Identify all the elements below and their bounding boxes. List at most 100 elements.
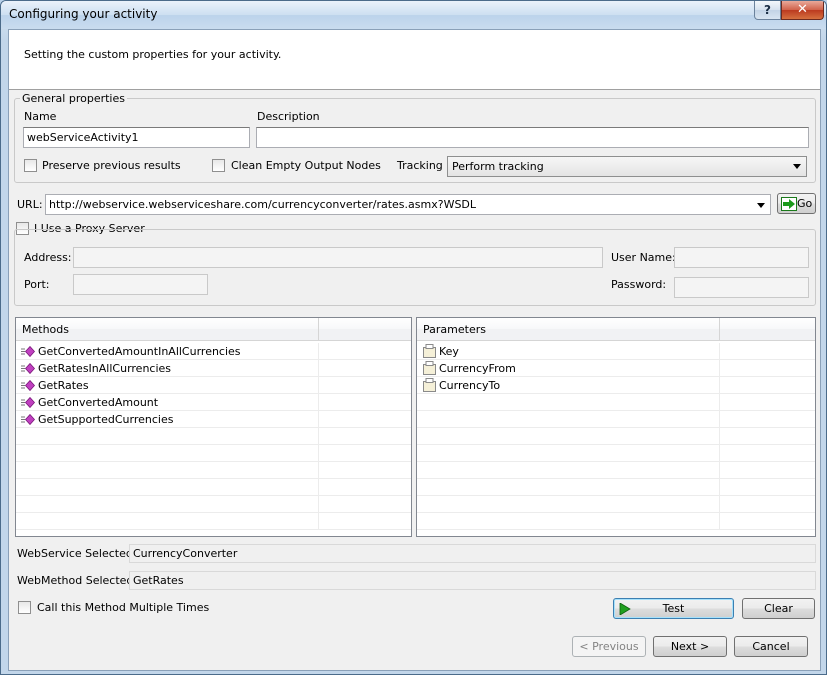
column-separator <box>719 394 720 411</box>
tracking-select-value: Perform tracking <box>452 160 544 173</box>
list-item <box>417 513 815 530</box>
list-item[interactable]: CurrencyFrom <box>417 360 815 377</box>
method-icon <box>21 397 35 408</box>
next-button[interactable]: Next > <box>653 636 727 657</box>
column-separator <box>719 428 720 445</box>
chevron-down-icon <box>793 164 801 169</box>
column-separator <box>318 496 319 513</box>
parameter-icon <box>423 378 436 392</box>
list-item <box>417 428 815 445</box>
description-label: Description <box>257 110 320 123</box>
port-input[interactable] <box>73 274 208 295</box>
list-item-label: GetConvertedAmount <box>38 396 159 409</box>
go-button[interactable]: Go <box>777 193 816 214</box>
chevron-down-icon <box>757 203 765 208</box>
column-separator <box>318 462 319 479</box>
column-separator <box>318 377 319 394</box>
list-item[interactable]: GetRatesInAllCurrencies <box>16 360 411 377</box>
column-separator <box>318 479 319 496</box>
column-separator <box>318 360 319 377</box>
list-item[interactable]: Key <box>417 343 815 360</box>
webservice-selected-label: WebService Selected: <box>17 547 137 560</box>
column-separator <box>719 496 720 513</box>
list-item[interactable]: GetConvertedAmount <box>16 394 411 411</box>
name-label: Name <box>24 110 57 123</box>
column-separator <box>719 513 720 530</box>
url-input[interactable]: http://webservice.webserviceshare.com/cu… <box>45 194 771 215</box>
parameters-list[interactable]: Parameters Key CurrencyFrom CurrencyTo <box>416 317 816 537</box>
play-icon <box>619 603 631 615</box>
clear-button[interactable]: Clear <box>742 598 815 619</box>
tracking-select[interactable]: Perform tracking <box>447 156 807 177</box>
methods-list[interactable]: Methods GetConvertedAmountInAllCurrencie… <box>15 317 412 537</box>
list-item <box>417 394 815 411</box>
help-icon[interactable]: ? <box>754 1 781 20</box>
title-bar[interactable]: Configuring your activity ? ✕ <box>1 1 826 29</box>
column-separator <box>719 479 720 496</box>
clean-empty-nodes-label: Clean Empty Output Nodes <box>231 159 381 172</box>
list-item[interactable]: GetConvertedAmountInAllCurrencies <box>16 343 411 360</box>
parameters-column-header[interactable]: Parameters <box>417 318 720 341</box>
webmethod-selected-label: WebMethod Selected: <box>17 574 138 587</box>
preserve-results-checkbox[interactable] <box>24 159 37 172</box>
list-item[interactable]: GetRates <box>16 377 411 394</box>
column-separator <box>318 343 319 360</box>
list-item <box>417 462 815 479</box>
webmethod-selected-value: GetRates <box>129 571 816 590</box>
next-button-label: Next > <box>670 640 710 653</box>
method-icon <box>21 346 35 357</box>
test-button-label: Test <box>662 602 685 615</box>
webservice-selected-value: CurrencyConverter <box>129 544 816 563</box>
parameters-list-header: Parameters <box>417 318 815 341</box>
header-text: Setting the custom properties for your a… <box>24 48 282 61</box>
dialog-window: Configuring your activity ? ✕ Setting th… <box>0 0 827 675</box>
window-title: Configuring your activity <box>9 7 158 21</box>
preserve-results-label: Preserve previous results <box>42 159 181 172</box>
test-button[interactable]: Test <box>613 598 734 619</box>
list-item[interactable]: CurrencyTo <box>417 377 815 394</box>
previous-button-label: < Previous <box>579 640 639 653</box>
clean-empty-nodes-checkbox[interactable] <box>212 159 225 172</box>
list-item-label: GetConvertedAmountInAllCurrencies <box>38 345 241 358</box>
port-label: Port: <box>24 278 50 291</box>
column-separator <box>719 411 720 428</box>
methods-list-header: Methods <box>16 318 411 341</box>
list-item[interactable]: GetSupportedCurrencies <box>16 411 411 428</box>
multiple-times-checkbox[interactable] <box>18 601 31 614</box>
parameter-icon <box>423 344 436 358</box>
column-separator <box>719 360 720 377</box>
go-arrow-icon <box>781 197 797 211</box>
method-icon <box>21 414 35 425</box>
header-band: Setting the custom properties for your a… <box>9 30 820 90</box>
url-label: URL: <box>17 198 43 211</box>
cancel-button[interactable]: Cancel <box>734 636 808 657</box>
address-label: Address: <box>24 251 72 264</box>
column-separator <box>719 343 720 360</box>
methods-column-header[interactable]: Methods <box>16 318 319 341</box>
column-separator <box>318 411 319 428</box>
list-item <box>417 479 815 496</box>
column-separator <box>719 462 720 479</box>
password-input[interactable] <box>674 277 809 298</box>
column-separator <box>318 445 319 462</box>
description-input[interactable] <box>256 127 809 148</box>
column-separator <box>318 513 319 530</box>
method-icon <box>21 363 35 374</box>
list-item <box>16 428 411 445</box>
parameter-icon <box>423 361 436 375</box>
password-label: Password: <box>611 278 667 291</box>
list-item <box>417 411 815 428</box>
user-name-input[interactable] <box>674 247 809 268</box>
column-separator <box>719 445 720 462</box>
list-item <box>16 513 411 530</box>
name-input[interactable]: webServiceActivity1 <box>23 127 250 148</box>
list-item <box>417 496 815 513</box>
list-item-label: GetSupportedCurrencies <box>38 413 174 426</box>
list-item <box>417 445 815 462</box>
cancel-button-label: Cancel <box>752 640 790 653</box>
address-input[interactable] <box>73 247 603 268</box>
clear-button-label: Clear <box>764 602 793 615</box>
list-item <box>16 462 411 479</box>
previous-button[interactable]: < Previous <box>572 636 646 657</box>
close-icon[interactable]: ✕ <box>781 1 824 20</box>
